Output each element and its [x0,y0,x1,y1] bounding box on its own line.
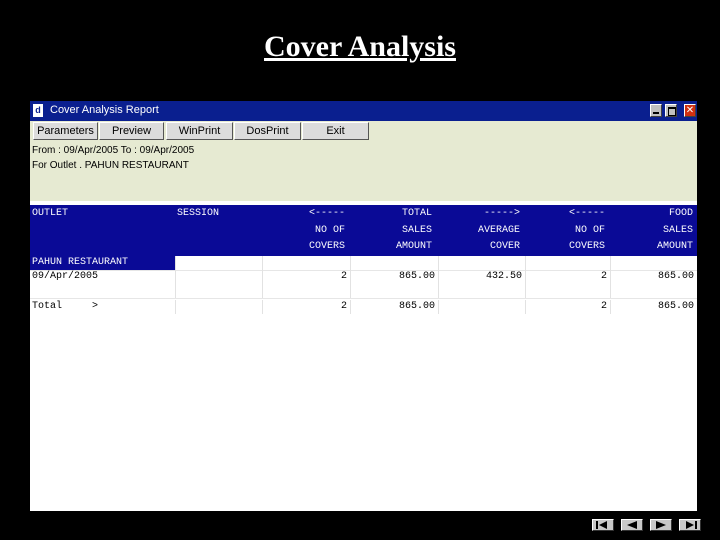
winprint-button[interactable]: WinPrint [166,122,233,140]
table-cell[interactable] [438,300,525,314]
last-slide-icon[interactable] [679,519,701,531]
col-outlet: OUTLET [30,205,170,256]
table-cell[interactable]: 2 [525,270,610,284]
header-label: COVERS [308,241,345,252]
header-label: TOTAL [401,208,432,219]
toolbar: Parameters Preview WinPrint DosPrint Exi… [30,121,697,141]
table-cell[interactable] [525,256,610,270]
header-label: NO OF [314,225,345,236]
table-cell[interactable] [438,256,525,270]
table-cell[interactable] [350,256,438,270]
table-cell[interactable] [175,300,262,314]
preview-button[interactable]: Preview [99,122,164,140]
next-slide-icon[interactable] [650,519,672,531]
table-row[interactable]: 09/Apr/2005 2 865.00 432.50 2 865.00 [30,270,697,284]
app-icon: d [33,104,43,117]
header-label: <----- [568,208,605,219]
table-cell[interactable]: 432.50 [438,270,525,284]
first-slide-icon[interactable] [592,519,614,531]
dosprint-button[interactable]: DosPrint [234,122,301,140]
header-label: NO OF [574,225,605,236]
slide-title: Cover Analysis [264,30,456,63]
outlet-name-cell[interactable]: PAHUN RESTAURANT [30,256,175,270]
table-cell[interactable]: 865.00 [350,300,438,314]
date-range: From : 09/Apr/2005 To : 09/Apr/2005 [32,145,195,156]
col-average-cover: -----> AVERAGE COVER [438,205,522,256]
total-marker[interactable]: > [90,300,175,314]
col-no-of-covers-2: <----- NO OF COVERS [525,205,607,256]
header-label: FOOD [668,208,693,219]
header-label: -----> [483,208,520,219]
table-header: OUTLET SESSION <----- NO OF COVERS TOTAL… [30,205,697,256]
table-row[interactable] [30,284,697,299]
header-label: SALES [401,225,432,236]
table-row[interactable]: PAHUN RESTAURANT [30,256,697,271]
table-cell[interactable]: 09/Apr/2005 [30,270,175,284]
close-icon[interactable]: ✕ [684,104,696,117]
header-label: COVERS [568,241,605,252]
table-cell[interactable] [525,284,610,298]
total-row[interactable]: Total > 2 865.00 2 865.00 [30,300,697,314]
window-title: Cover Analysis Report [50,104,159,116]
header-label: <----- [308,208,345,219]
maximize-icon[interactable] [665,104,677,117]
minimize-icon[interactable] [650,104,662,117]
previous-slide-icon[interactable] [621,519,643,531]
table-cell[interactable] [175,270,262,284]
col-no-of-covers-1: <----- NO OF COVERS [262,205,347,256]
col-food-sales: FOOD SALES AMOUNT [610,205,695,256]
table-cell[interactable]: 2 [525,300,610,314]
table-cell[interactable] [30,284,175,298]
table-cell[interactable]: 865.00 [610,270,697,284]
total-label[interactable]: Total [30,300,90,314]
table-cell[interactable] [175,284,262,298]
table-cell[interactable]: 865.00 [350,270,438,284]
header-label: OUTLET [32,208,69,219]
exit-button[interactable]: Exit [302,122,369,140]
table-cell[interactable] [175,256,262,270]
report-window: d Cover Analysis Report ✕ Parameters Pre… [30,101,697,511]
col-session: SESSION [175,205,265,256]
table-cell[interactable] [438,284,525,298]
header-label: AMOUNT [656,241,693,252]
header-label: AMOUNT [395,241,432,252]
header-label: AVERAGE [477,225,520,236]
table-cell[interactable] [350,284,438,298]
window-titlebar[interactable]: d Cover Analysis Report ✕ [30,101,697,121]
table-cell[interactable]: 2 [262,300,350,314]
table-cell[interactable] [610,284,697,298]
header-label: SALES [662,225,693,236]
report-info: From : 09/Apr/2005 To : 09/Apr/2005 For … [30,141,697,201]
header-label: COVER [489,241,520,252]
outlet-line: For Outlet . PAHUN RESTAURANT [32,160,189,171]
table-cell[interactable] [262,284,350,298]
table-cell[interactable]: 2 [262,270,350,284]
table-cell[interactable] [262,256,350,270]
col-total-sales: TOTAL SALES AMOUNT [350,205,434,256]
header-label: SESSION [177,208,220,219]
table-cell[interactable]: 865.00 [610,300,697,314]
table-cell[interactable] [610,256,697,270]
parameters-button[interactable]: Parameters [33,122,98,140]
